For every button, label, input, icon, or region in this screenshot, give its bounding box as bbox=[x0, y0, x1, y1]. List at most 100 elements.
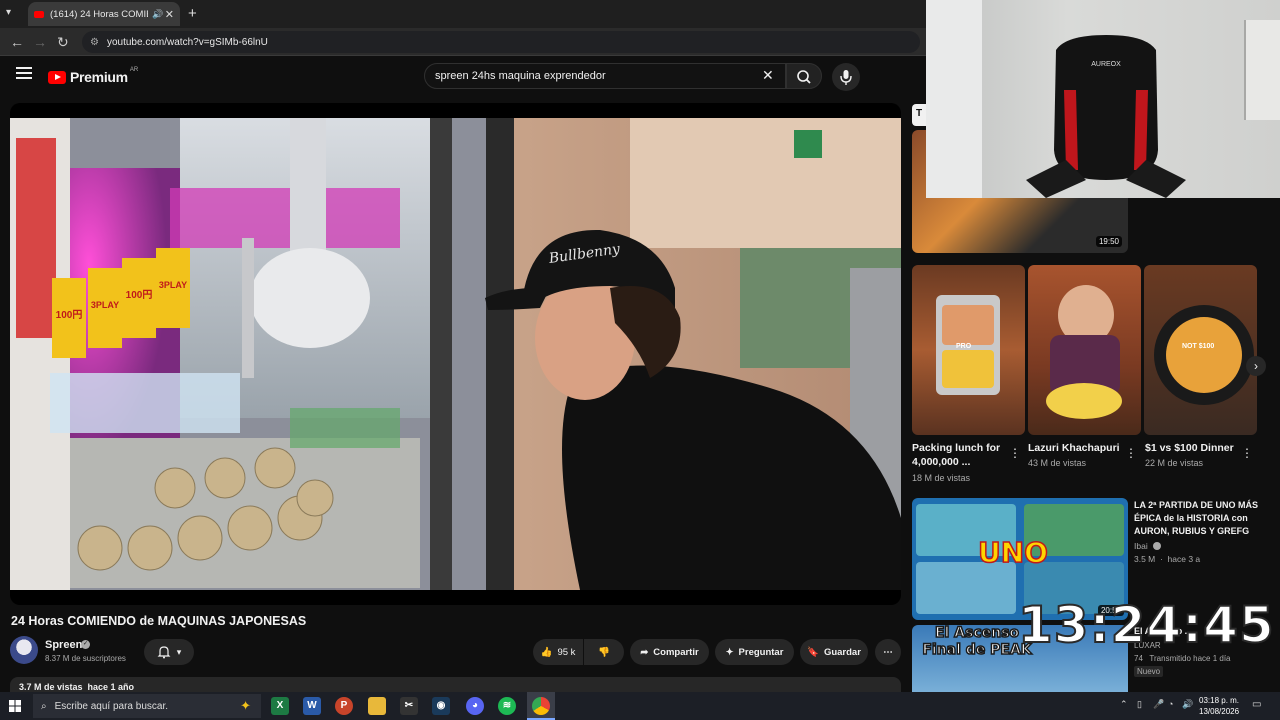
tray-date: 13/08/2026 bbox=[1199, 707, 1240, 716]
thumbs-down-icon: 👎 bbox=[598, 646, 610, 658]
shorts-next-chevron-icon[interactable]: › bbox=[1246, 356, 1266, 376]
dislike-button[interactable]: 👎 bbox=[584, 639, 624, 665]
search-input[interactable]: spreen 24hs maquina exprendedor bbox=[424, 63, 786, 89]
verified-check-icon: ✓ bbox=[81, 640, 90, 649]
related-video-title[interactable]: LA 2ª PARTIDA DE UNO MÁS ÉPICA de la HIS… bbox=[1134, 499, 1264, 538]
short-title-3[interactable]: $1 vs $100 Dinner bbox=[1145, 441, 1237, 455]
speaker-icon[interactable]: 🔊 bbox=[152, 9, 163, 20]
more-actions-button[interactable]: ⋯ bbox=[875, 639, 901, 665]
chevron-down-icon: ▾ bbox=[176, 646, 182, 657]
svg-text:3PLAY: 3PLAY bbox=[91, 300, 119, 310]
share-label: Compartir bbox=[653, 646, 699, 658]
youtube-favicon-icon bbox=[34, 10, 44, 18]
spotify-icon[interactable]: ≋ bbox=[498, 697, 516, 715]
tray-clock[interactable]: 03:18 p. m. 13/08/2026 bbox=[1199, 695, 1239, 717]
url-omnibox[interactable]: ⚙ youtube.com/watch?v=gSIMb-66lnU bbox=[82, 31, 920, 53]
more-horizontal-icon: ⋯ bbox=[883, 646, 893, 658]
new-tab-plus-icon[interactable]: + bbox=[188, 5, 197, 22]
short-title-1[interactable]: Packing lunch for 4,000,000 ... bbox=[912, 441, 1004, 469]
tray-volume-icon[interactable]: 🔊 bbox=[1182, 699, 1193, 710]
short-thumbnail-3[interactable]: NOT $100 bbox=[1144, 265, 1257, 435]
menu-hamburger-icon[interactable] bbox=[16, 67, 32, 79]
steam-icon[interactable]: ◉ bbox=[432, 697, 450, 715]
youtube-premium-logo[interactable]: Premium AR bbox=[48, 67, 138, 85]
peak-thumb-text: El Ascenso Final de PEAK bbox=[922, 625, 1033, 659]
site-info-icon[interactable]: ⚙ bbox=[90, 37, 99, 48]
discord-icon[interactable]: ◕ bbox=[466, 697, 484, 715]
short-menu-1-icon[interactable]: ⋮ bbox=[1009, 446, 1021, 460]
powerpoint-icon[interactable]: P bbox=[335, 697, 353, 715]
webcam-overlay: AUREOX bbox=[926, 0, 1280, 198]
subscribe-notifications-button[interactable]: ▾ bbox=[144, 639, 194, 665]
search-icon: ⌕ bbox=[41, 700, 47, 712]
svg-text:3PLAY: 3PLAY bbox=[159, 280, 187, 290]
youtube-header: Premium AR spreen 24hs maquina exprended… bbox=[0, 56, 926, 98]
reload-icon[interactable]: ↻ bbox=[57, 34, 69, 51]
sparkle-icon: ✦ bbox=[725, 646, 734, 658]
share-button[interactable]: ➦ Compartir bbox=[630, 639, 709, 665]
word-icon[interactable]: W bbox=[303, 697, 321, 715]
tab-title: (1614) 24 Horas COMIENDO de MAQUINAS JAP… bbox=[50, 8, 148, 20]
svg-text:100円: 100円 bbox=[126, 289, 153, 301]
windows-start-icon[interactable] bbox=[9, 700, 21, 712]
like-button[interactable]: 👍 95 k bbox=[533, 639, 583, 665]
short-thumb-text: NOT $100 bbox=[1182, 343, 1215, 350]
video-player[interactable]: 100円 3PLAY 100円 3PLAY Bullbenny bbox=[10, 103, 901, 605]
ask-label: Preguntar bbox=[738, 646, 784, 658]
save-button[interactable]: 🔖 Guardar bbox=[800, 639, 868, 665]
search-button[interactable] bbox=[786, 63, 822, 89]
uno-thumb-text: UNO bbox=[977, 535, 1048, 570]
chrome-icon bbox=[532, 697, 550, 715]
tray-chevron-up-icon[interactable]: ⌃ bbox=[1120, 699, 1128, 710]
tab-list-chevron-icon[interactable]: ▾ bbox=[6, 7, 11, 18]
short-thumbnail-2[interactable] bbox=[1028, 265, 1141, 435]
like-count: 95 k bbox=[557, 646, 576, 658]
claw-icon bbox=[250, 248, 370, 348]
short-menu-2-icon[interactable]: ⋮ bbox=[1125, 446, 1137, 460]
tray-mic-icon[interactable]: 🎤 bbox=[1153, 699, 1164, 710]
file-explorer-icon[interactable] bbox=[368, 697, 386, 715]
bell-icon bbox=[157, 646, 171, 659]
exit-sign-icon bbox=[794, 130, 822, 158]
subscriber-count: 8.37 M de suscriptores bbox=[45, 654, 126, 663]
short-thumbnail-1[interactable]: PRO bbox=[912, 265, 1025, 435]
short-views-3: 22 M de vistas bbox=[1145, 458, 1204, 468]
forward-arrow-icon[interactable]: → bbox=[33, 34, 47, 50]
notification-center-icon[interactable]: ▭ bbox=[1252, 699, 1261, 710]
gaming-chair-icon: AUREOX bbox=[1026, 35, 1186, 198]
clock-overlay: 13:24:45 bbox=[1017, 595, 1275, 655]
related-video-meta: 3.5 M · hace 3 a bbox=[1134, 554, 1201, 564]
chrome-taskbar-active[interactable] bbox=[527, 692, 555, 720]
video-duration: 19:50 bbox=[1095, 236, 1122, 247]
video-frame: 100円 3PLAY 100円 3PLAY Bullbenny bbox=[10, 118, 901, 590]
svg-text:100円: 100円 bbox=[56, 309, 83, 321]
verified-check-icon bbox=[1153, 542, 1161, 550]
clear-search-icon[interactable]: ✕ bbox=[762, 67, 774, 84]
related-video-channel[interactable]: Ibai bbox=[1134, 541, 1148, 551]
bookmark-icon: 🔖 bbox=[807, 646, 819, 658]
close-tab-icon[interactable]: ✕ bbox=[165, 8, 174, 21]
windows-taskbar: ⌕ Escribe aquí para buscar. ✦ X W P ✂ ◉ … bbox=[0, 692, 1280, 720]
related-video-meta: 74 Transmitido hace 1 día bbox=[1134, 654, 1231, 663]
short-views-2: 43 M de vistas bbox=[1028, 458, 1087, 468]
short-title-2[interactable]: Lazuri Khachapuri bbox=[1028, 441, 1120, 455]
capcut-icon[interactable]: ✂ bbox=[400, 697, 418, 715]
excel-icon[interactable]: X bbox=[271, 697, 289, 715]
tray-device-icon[interactable]: ▯ bbox=[1137, 699, 1142, 710]
back-arrow-icon[interactable]: ← bbox=[10, 34, 24, 50]
browser-tab-strip: ▾ (1614) 24 Horas COMIENDO de MAQUINAS J… bbox=[0, 0, 926, 28]
channel-avatar[interactable] bbox=[10, 636, 38, 664]
tray-network-icon[interactable]: ◔ bbox=[1168, 699, 1173, 709]
logo-wordmark: Premium bbox=[70, 69, 128, 85]
share-arrow-icon: ➦ bbox=[640, 646, 649, 658]
youtube-play-logo-icon bbox=[48, 70, 66, 84]
svg-text:AUREOX: AUREOX bbox=[1091, 61, 1121, 68]
short-menu-3-icon[interactable]: ⋮ bbox=[1241, 446, 1253, 460]
ask-button[interactable]: ✦ Preguntar bbox=[715, 639, 794, 665]
browser-tab[interactable]: (1614) 24 Horas COMIENDO de MAQUINAS JAP… bbox=[28, 2, 180, 26]
taskbar-search-input[interactable]: ⌕ Escribe aquí para buscar. ✦ bbox=[33, 694, 261, 718]
voice-search-button[interactable] bbox=[832, 63, 860, 91]
sidebar-filter-chip[interactable]: T bbox=[912, 104, 926, 126]
channel-name[interactable]: Spreen bbox=[45, 639, 82, 651]
microphone-icon bbox=[840, 70, 852, 85]
